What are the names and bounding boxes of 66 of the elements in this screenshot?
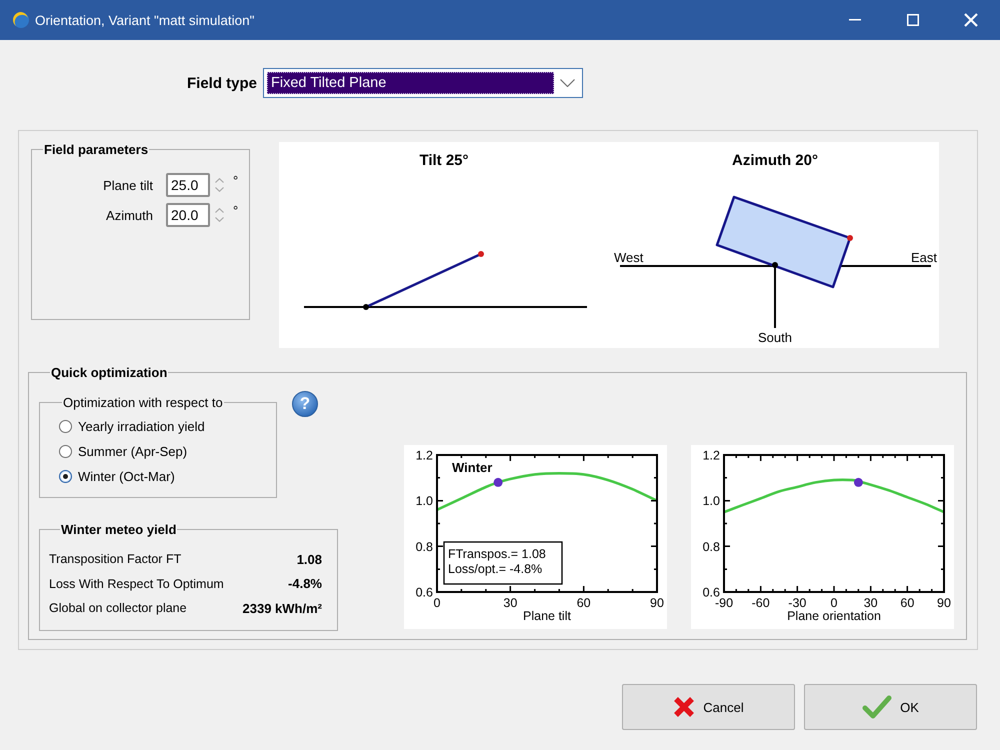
axis-tick-label: 60 [900,596,914,610]
group-title: Optimization with respect to [62,395,224,410]
axis-tick-label: 0.8 [416,540,433,554]
axis-tick-label: 0 [434,596,440,610]
axis-tick-label: -60 [752,596,770,610]
minimize-icon [849,19,861,21]
field-type-dropdown[interactable]: Fixed Tilted Plane [263,68,583,98]
close-icon [964,13,978,27]
radio-button[interactable] [59,445,72,458]
radio-label[interactable]: Summer (Apr-Sep) [78,444,188,459]
field-type-label: Field type [186,74,257,92]
radio-button[interactable] [59,470,72,483]
axis-tick-label: 1.0 [416,494,433,508]
chevron-down-icon [560,79,575,87]
radio-button[interactable] [59,420,72,433]
cancel-button[interactable]: Cancel [622,684,795,730]
axis-tick-label: 30 [503,596,518,610]
cross-icon [673,696,696,718]
pivot-dot-icon [772,262,778,268]
unit-label: ° [233,204,238,217]
direction-label: East [910,250,937,265]
axis-tick-label: 90 [937,596,951,610]
result-label: Global on collector plane [49,601,187,616]
chart-title: Winter [452,460,492,475]
corner-dot-icon [478,251,484,257]
annotation-text: Loss/opt.= -4.8% [448,562,542,576]
unit-label: ° [233,174,238,187]
direction-label: West [614,250,644,265]
annotation-text: FTranspos.= 1.08 [448,547,546,561]
app-icon [13,12,29,28]
axis-tick-label: 60 [576,596,591,610]
check-icon [862,694,892,720]
axis-tick-label: 0.6 [416,586,433,600]
result-value: 2339 kWh/m² [242,600,322,616]
axis-tick-label: 0.8 [702,540,720,554]
radio-label[interactable]: Yearly irradiation yield [78,419,205,434]
axis-tick-label: 0 [830,596,838,610]
group-title: Winter meteo yield [60,522,178,537]
radio-label[interactable]: Winter (Oct-Mar) [78,469,175,484]
result-value: 1.08 [296,552,322,567]
axis-title: Plane tilt [523,609,571,623]
axis-tick-label: 1.0 [702,494,720,508]
axis-tick-label: -30 [788,596,806,610]
result-value: -4.8% [288,576,322,592]
axis-tick-label: 90 [650,596,664,610]
axis-title: Plane orientation [787,609,881,623]
field-label: Azimuth [105,208,153,222]
result-label: Loss With Respect To Optimum [49,576,224,591]
number-input[interactable]: 25.0 [166,173,210,197]
corner-dot-icon [847,235,853,241]
south-axis-line [774,266,776,328]
result-label: Transposition Factor FT [49,552,182,566]
axis-tick-label: 30 [864,596,878,610]
ok-button[interactable]: OK [804,684,977,730]
pivot-dot-icon [363,304,369,310]
diagram-title: Tilt 25° [419,152,469,169]
field-label: Plane tilt [102,178,153,192]
diagram-title: Azimuth 20° [732,152,818,169]
axis-tick-label: 1.2 [416,448,433,462]
window-title: Orientation, Variant "matt simulation" [35,12,254,28]
maximize-icon [907,14,919,26]
axis-tick-label: 1.2 [702,448,720,462]
group-title: Quick optimization [50,365,168,380]
group-title: Field parameters [43,142,150,157]
direction-label: South [758,330,792,345]
number-input[interactable]: 20.0 [166,203,210,227]
